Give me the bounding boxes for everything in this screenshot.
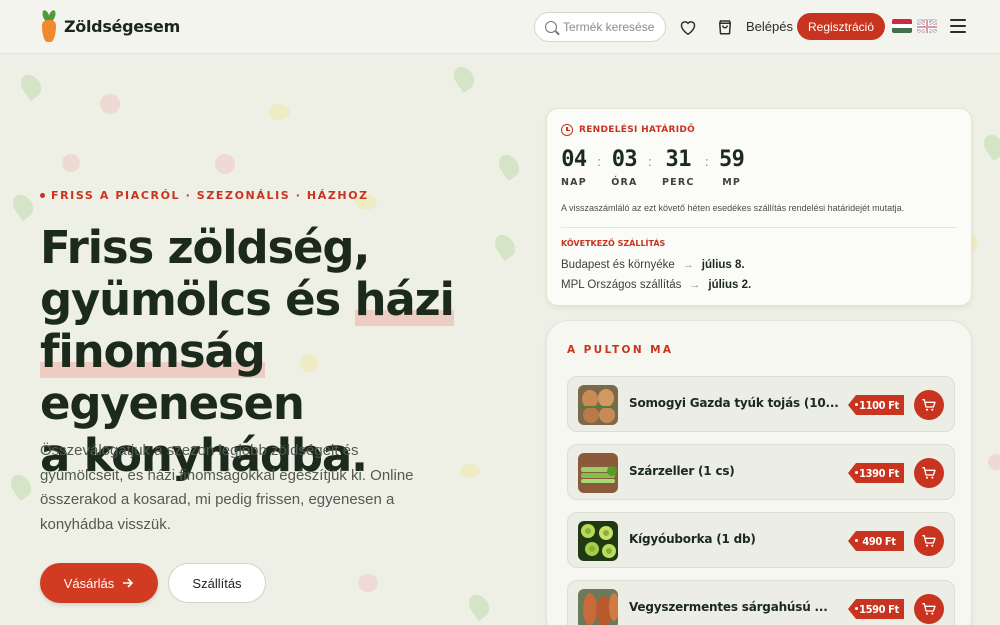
product-name[interactable]: Kígyóuborka (1 db) — [629, 532, 839, 546]
tagline-text: FRISS A PIACRÓL · SZEZONÁLIS · HÁZHOZ — [51, 189, 369, 202]
site-header: Zöldségesem Belépés Regisztráció — [0, 0, 1000, 54]
product-name[interactable]: Szárzeller (1 cs) — [629, 464, 839, 478]
register-button[interactable]: Regisztráció — [797, 13, 885, 40]
sweet-potato-image — [578, 589, 618, 625]
price-tag: 1590 Ft — [848, 599, 904, 619]
price-tag: 1390 Ft — [848, 463, 904, 483]
add-to-cart-button[interactable] — [914, 390, 944, 420]
hungarian-flag-icon[interactable] — [892, 19, 912, 33]
brand-logo[interactable]: Zöldségesem — [40, 9, 180, 42]
search-input[interactable] — [563, 20, 663, 34]
price-tag: 1100 Ft — [848, 395, 904, 415]
arrow-right-icon: → — [689, 279, 701, 291]
arrow-right-icon: → — [682, 259, 694, 271]
carrot-logo-icon — [40, 9, 58, 42]
countdown-seconds: 59 MP — [718, 147, 745, 188]
brand-name: Zöldségesem — [64, 16, 180, 36]
add-to-cart-button[interactable] — [914, 526, 944, 556]
countdown-note: A visszaszámláló az ezt követő héten ese… — [561, 203, 905, 213]
countdown-minutes: 31 PERC — [662, 147, 695, 188]
price-tag: 490 Ft — [848, 531, 904, 551]
english-flag-icon[interactable] — [917, 19, 937, 33]
arrow-right-icon — [122, 576, 134, 591]
search-icon — [545, 21, 557, 33]
hero-tagline: FRISS A PIACRÓL · SZEZONÁLIS · HÁZHOZ — [40, 189, 369, 202]
countdown-card: RENDELÉSI HATÁRIDŐ 04 NAP : 03 ÓRA : 31 … — [546, 108, 972, 306]
search-box[interactable] — [534, 12, 666, 42]
countdown-hours: 03 ÓRA — [611, 147, 638, 188]
product-item[interactable]: Szárzeller (1 cs) 1390 Ft — [567, 444, 955, 500]
clock-icon — [561, 124, 573, 136]
divider — [561, 227, 957, 228]
product-item[interactable]: Somogyi Gazda tyúk tojás (10... 1100 Ft — [567, 376, 955, 432]
next-shipping-heading: KÖVETKEZŐ SZÁLLÍTÁS — [561, 239, 666, 248]
cucumber-image — [578, 521, 618, 561]
shop-button[interactable]: Vásárlás — [40, 563, 158, 603]
countdown-timer: 04 NAP : 03 ÓRA : 31 PERC : 59 MP — [561, 147, 745, 188]
product-item[interactable]: Kígyóuborka (1 db) 490 Ft — [567, 512, 955, 568]
countdown-days: 04 NAP — [561, 147, 587, 188]
shop-button-label: Vásárlás — [63, 575, 115, 591]
eggs-image — [578, 385, 618, 425]
hamburger-menu-icon[interactable] — [950, 19, 966, 33]
cart-icon — [922, 535, 936, 547]
product-name[interactable]: Vegyszermentes sárgahúsú ... — [629, 600, 839, 614]
celery-image — [578, 453, 618, 493]
products-card: A PULTON MA Somogyi Gazda tyúk tojás (10… — [546, 320, 972, 625]
shipping-row: Budapest és környéke → július 8. — [561, 259, 745, 271]
countdown-heading: RENDELÉSI HATÁRIDŐ — [561, 124, 695, 136]
shipping-row: MPL Országos szállítás → július 2. — [561, 279, 752, 291]
product-name[interactable]: Somogyi Gazda tyúk tojás (10... — [629, 396, 839, 410]
highlight: finomság — [40, 325, 266, 378]
heart-icon[interactable] — [677, 16, 699, 38]
shipping-button[interactable]: Szállítás — [168, 563, 266, 603]
add-to-cart-button[interactable] — [914, 458, 944, 488]
login-link[interactable]: Belépés — [746, 19, 793, 34]
shopping-bag-icon[interactable] — [714, 16, 736, 38]
cart-icon — [922, 399, 936, 411]
cart-icon — [922, 603, 936, 615]
product-item[interactable]: Vegyszermentes sárgahúsú ... 1590 Ft — [567, 580, 955, 625]
highlight: házi — [354, 273, 455, 326]
bullet-dot-icon — [40, 193, 45, 198]
products-heading: A PULTON MA — [567, 344, 674, 356]
add-to-cart-button[interactable] — [914, 594, 944, 624]
cart-icon — [922, 467, 936, 479]
hero-description: Összeválogatjuk a szezon legjobb zöldség… — [40, 442, 414, 533]
